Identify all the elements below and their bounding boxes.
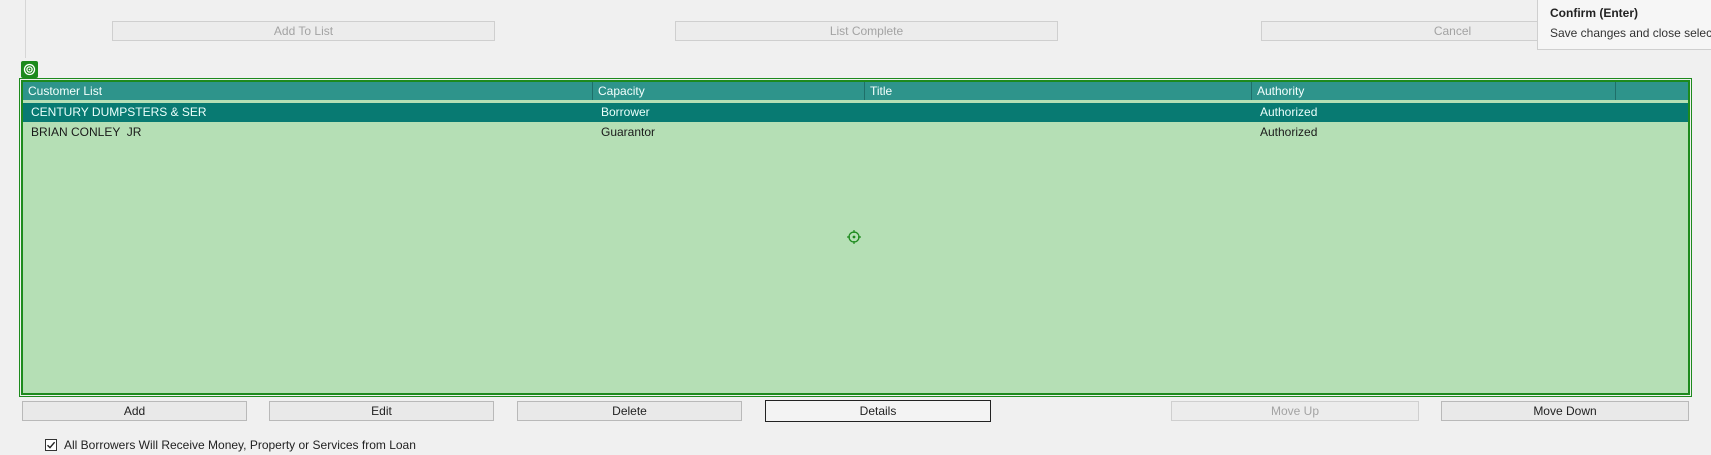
receive-money-option[interactable]: All Borrowers Will Receive Money, Proper… bbox=[45, 438, 416, 452]
column-header-title[interactable]: Title bbox=[865, 82, 1252, 100]
checkmark-icon bbox=[47, 441, 56, 449]
receive-money-label: All Borrowers Will Receive Money, Proper… bbox=[64, 438, 416, 452]
column-header-filler bbox=[1616, 82, 1686, 100]
confirm-tooltip: Confirm (Enter) Save changes and close s… bbox=[1537, 0, 1711, 50]
crosshair-icon bbox=[847, 230, 861, 244]
grid-header: Customer List Capacity Title Authority bbox=[23, 82, 1688, 100]
receive-money-checkbox[interactable] bbox=[45, 439, 57, 451]
cell-title bbox=[865, 123, 873, 142]
move-up-button[interactable]: Move Up bbox=[1171, 401, 1419, 421]
tooltip-title: Confirm (Enter) bbox=[1550, 6, 1638, 20]
table-row[interactable]: BRIAN CONLEY JR Guarantor Authorized bbox=[23, 123, 1688, 142]
add-to-list-button[interactable]: Add To List bbox=[112, 21, 495, 41]
cell-customer: CENTURY DUMPSTERS & SER bbox=[31, 105, 207, 119]
table-row[interactable]: CENTURY DUMPSTERS & SER Borrower Authori… bbox=[23, 103, 1688, 122]
move-down-button[interactable]: Move Down bbox=[1441, 401, 1689, 421]
delete-button[interactable]: Delete bbox=[517, 401, 742, 421]
edit-button[interactable]: Edit bbox=[269, 401, 494, 421]
top-divider bbox=[25, 0, 26, 58]
cell-customer: BRIAN CONLEY JR bbox=[31, 125, 142, 139]
target-icon[interactable] bbox=[21, 61, 38, 78]
column-header-customer-list[interactable]: Customer List bbox=[23, 82, 593, 100]
cell-authority: Authorized bbox=[1260, 125, 1318, 139]
cell-title bbox=[865, 103, 873, 122]
column-header-capacity[interactable]: Capacity bbox=[593, 82, 865, 100]
details-button[interactable]: Details bbox=[765, 400, 991, 422]
add-button[interactable]: Add bbox=[22, 401, 247, 421]
column-header-authority[interactable]: Authority bbox=[1252, 82, 1616, 100]
cell-capacity: Guarantor bbox=[601, 125, 656, 139]
tooltip-text: Save changes and close selecti bbox=[1550, 26, 1711, 40]
cell-capacity: Borrower bbox=[601, 105, 650, 119]
list-complete-button[interactable]: List Complete bbox=[675, 21, 1058, 41]
cell-authority: Authorized bbox=[1260, 105, 1318, 119]
